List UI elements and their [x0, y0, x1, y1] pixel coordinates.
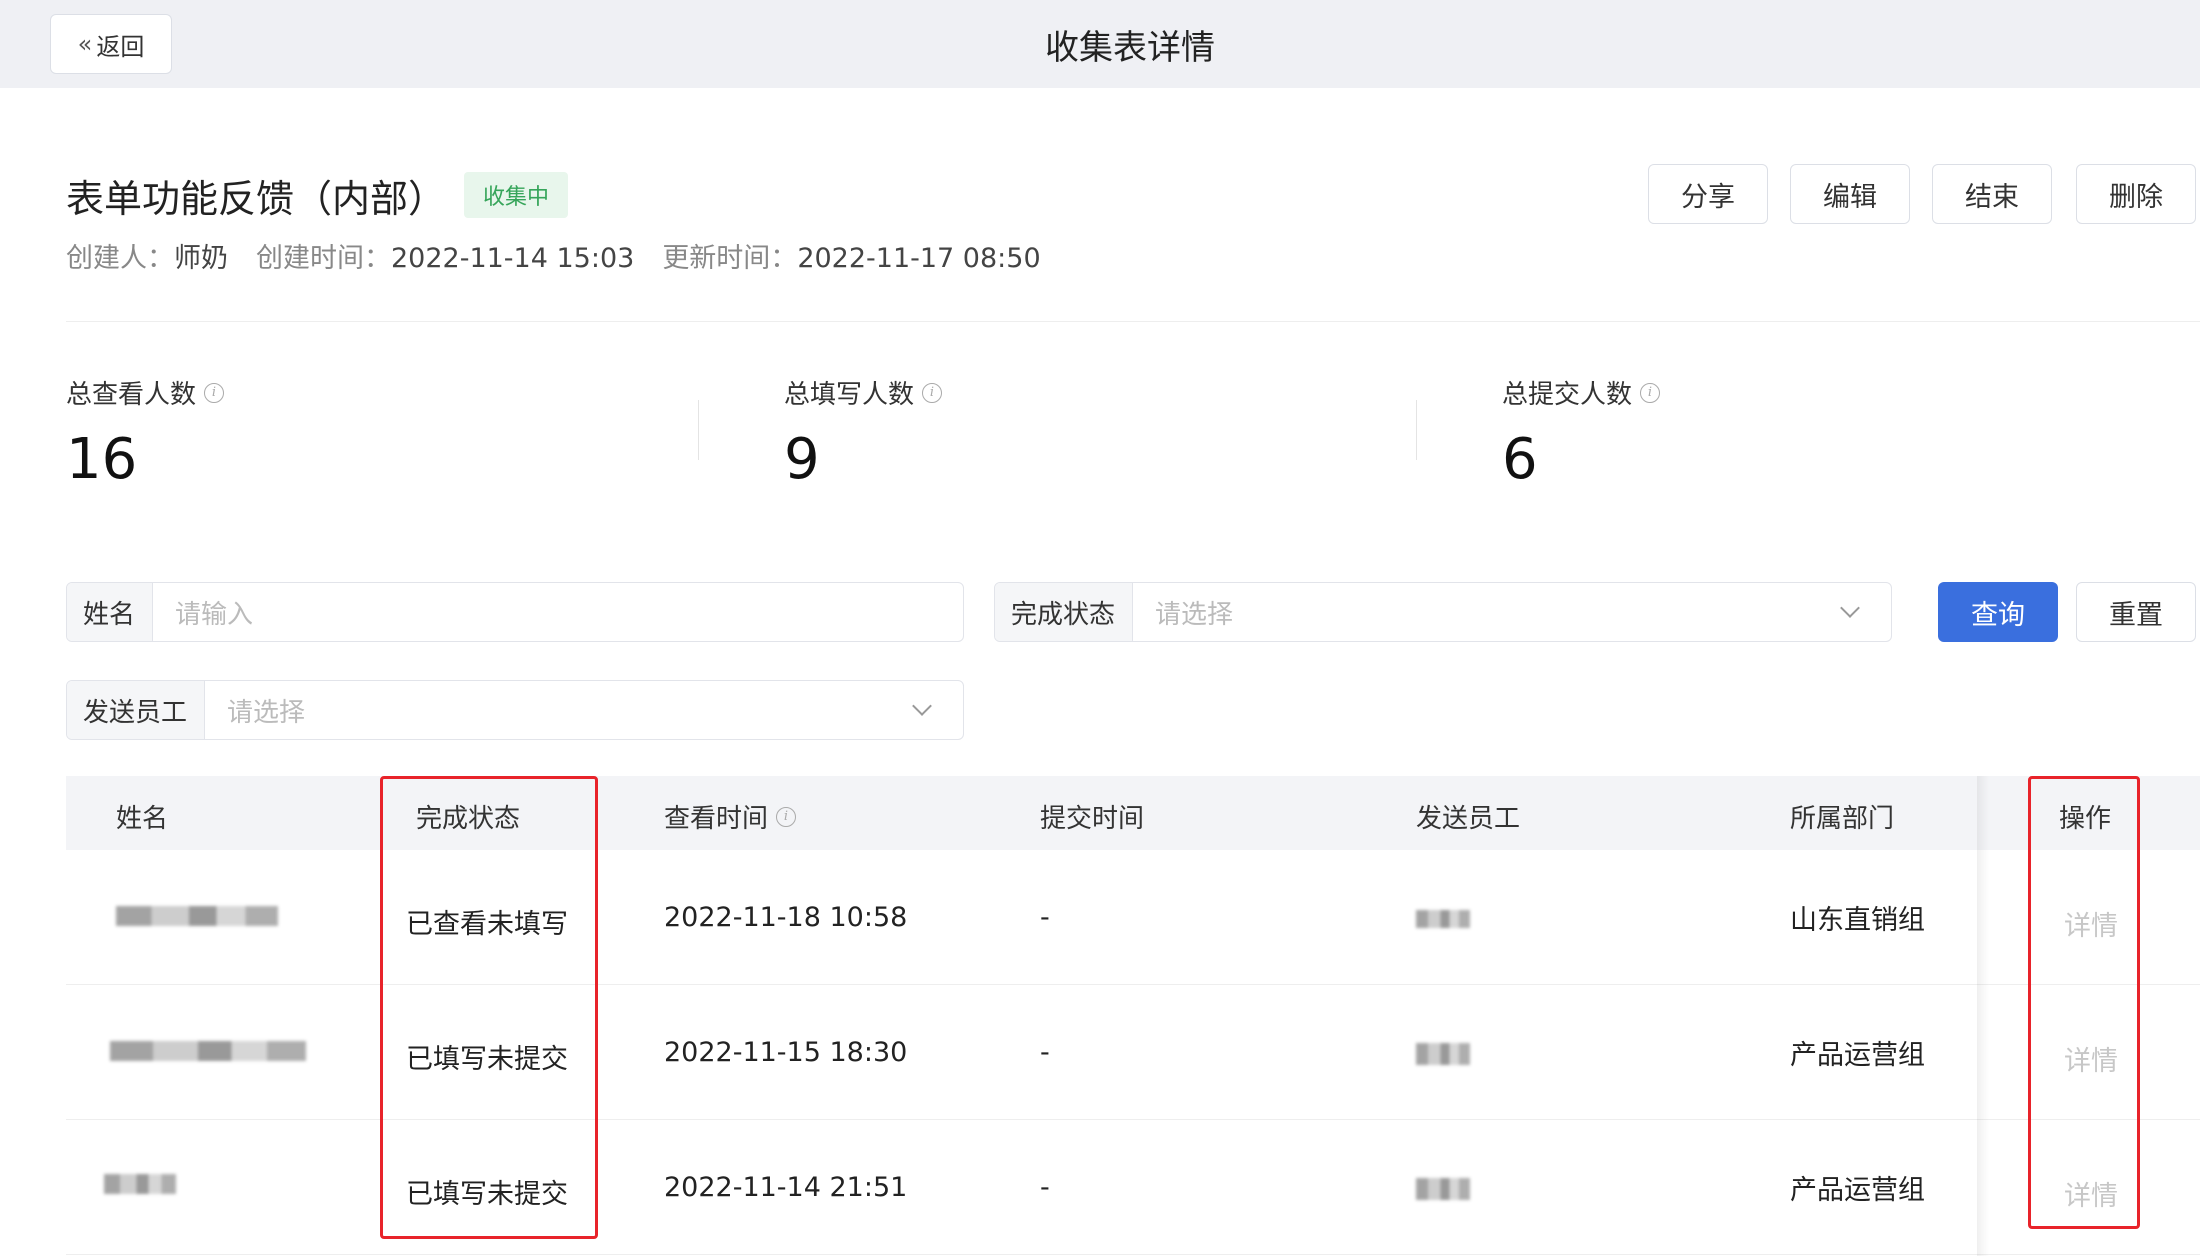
- stat-separator: [1416, 400, 1417, 460]
- stat-label: 总填写人数: [784, 380, 915, 410]
- delete-button[interactable]: 删除: [2076, 164, 2196, 224]
- stat-value: 6: [1502, 427, 1538, 492]
- status-select[interactable]: 请选择: [1133, 583, 1891, 641]
- fixed-column-shadow: [1977, 776, 1989, 1256]
- info-icon[interactable]: i: [922, 382, 943, 403]
- column-header: 姓名: [116, 804, 169, 834]
- top-bar: « 返回 收集表详情: [0, 0, 2200, 88]
- column-header: 提交时间: [1040, 804, 1145, 834]
- reset-button[interactable]: 重置: [2076, 582, 2196, 642]
- info-icon[interactable]: i: [1640, 382, 1661, 403]
- redacted-name: [110, 1041, 306, 1061]
- redacted-name: [116, 906, 278, 926]
- stat-total-views: 总查看人数 i 16: [66, 374, 225, 492]
- status-select-placeholder: 请选择: [1155, 599, 1234, 630]
- column-header-label: 查看时间: [664, 804, 769, 834]
- table-row: 已查看未填写 2022-11-18 10:58 - 山东直销组 详情: [66, 850, 2200, 985]
- form-meta: 创建人：师奶 创建时间：2022-11-14 15:03 更新时间：2022-11-…: [66, 236, 1041, 275]
- creator-value: 师奶: [174, 243, 228, 274]
- column-header: 操作: [2059, 804, 2112, 834]
- status-cell: 已填写未提交: [406, 1179, 568, 1210]
- sender-select-placeholder: 请选择: [227, 697, 306, 728]
- status-filter-label: 完成状态: [995, 583, 1133, 641]
- chevron-down-icon: [912, 696, 932, 716]
- query-button[interactable]: 查询: [1938, 582, 2058, 642]
- table-row: 已填写未提交 2022-11-15 18:30 - 产品运营组 详情: [66, 985, 2200, 1120]
- divider: [66, 321, 2200, 322]
- view-time-cell: 2022-11-14 21:51: [664, 1172, 908, 1203]
- chevron-down-icon: [1840, 598, 1860, 618]
- stat-total-filled: 总填写人数 i 9: [784, 374, 943, 492]
- redacted-sender: [1416, 1043, 1470, 1065]
- updated-value: 2022-11-17 08:50: [797, 243, 1041, 274]
- sender-select[interactable]: 请选择: [205, 681, 963, 739]
- detail-link[interactable]: 详情: [2064, 904, 2118, 943]
- name-input[interactable]: 请输入: [153, 583, 963, 641]
- share-button[interactable]: 分享: [1648, 164, 1768, 224]
- end-button[interactable]: 结束: [1932, 164, 2052, 224]
- status-cell: 已查看未填写: [406, 909, 568, 940]
- column-header-view-time: 查看时间 i: [664, 798, 797, 835]
- view-time-cell: 2022-11-18 10:58: [664, 902, 908, 933]
- view-time-cell: 2022-11-15 18:30: [664, 1037, 908, 1068]
- table-row: 已填写未提交 2022-11-14 21:51 - 产品运营组 详情: [66, 1120, 2200, 1255]
- stat-label: 总提交人数: [1502, 380, 1633, 410]
- stat-value: 16: [66, 427, 138, 492]
- department-cell: 山东直销组: [1790, 905, 1925, 936]
- page-title: 收集表详情: [1045, 28, 1215, 68]
- redacted-name: [104, 1174, 176, 1194]
- department-cell: 产品运营组: [1790, 1175, 1925, 1206]
- stat-total-submitted: 总提交人数 i 6: [1502, 374, 1661, 492]
- redacted-sender: [1416, 910, 1470, 928]
- info-icon[interactable]: i: [776, 806, 797, 827]
- submit-time-cell: -: [1040, 902, 1050, 933]
- detail-link[interactable]: 详情: [2064, 1174, 2118, 1213]
- sender-filter: 发送员工 请选择: [66, 680, 964, 740]
- name-filter-label: 姓名: [67, 583, 153, 641]
- edit-button[interactable]: 编辑: [1790, 164, 1910, 224]
- status-filter: 完成状态 请选择: [994, 582, 1892, 642]
- submit-time-cell: -: [1040, 1172, 1050, 1203]
- created-label: 创建时间：: [256, 243, 391, 274]
- sender-filter-label: 发送员工: [67, 681, 205, 739]
- stat-separator: [698, 400, 699, 460]
- department-cell: 产品运营组: [1790, 1040, 1925, 1071]
- status-cell: 已填写未提交: [406, 1044, 568, 1075]
- table-header: 姓名 完成状态 查看时间 i 提交时间 发送员工 所属部门 操作: [66, 776, 2200, 850]
- creator-label: 创建人：: [66, 243, 174, 274]
- redacted-sender: [1416, 1178, 1470, 1200]
- column-header: 完成状态: [416, 804, 521, 834]
- submit-time-cell: -: [1040, 1037, 1050, 1068]
- stat-label: 总查看人数: [66, 380, 197, 410]
- main-content: 表单功能反馈（内部） 收集中 创建人：师奶 创建时间：2022-11-14 15:…: [6, 88, 2200, 1260]
- form-title: 表单功能反馈（内部）: [66, 177, 447, 221]
- info-icon[interactable]: i: [204, 382, 225, 403]
- updated-label: 更新时间：: [662, 243, 798, 274]
- created-value: 2022-11-14 15:03: [391, 243, 635, 274]
- status-badge: 收集中: [464, 172, 568, 218]
- stat-value: 9: [784, 427, 820, 492]
- detail-link[interactable]: 详情: [2064, 1039, 2118, 1078]
- name-filter: 姓名 请输入: [66, 582, 964, 642]
- column-header: 发送员工: [1416, 804, 1521, 834]
- column-header: 所属部门: [1790, 804, 1895, 834]
